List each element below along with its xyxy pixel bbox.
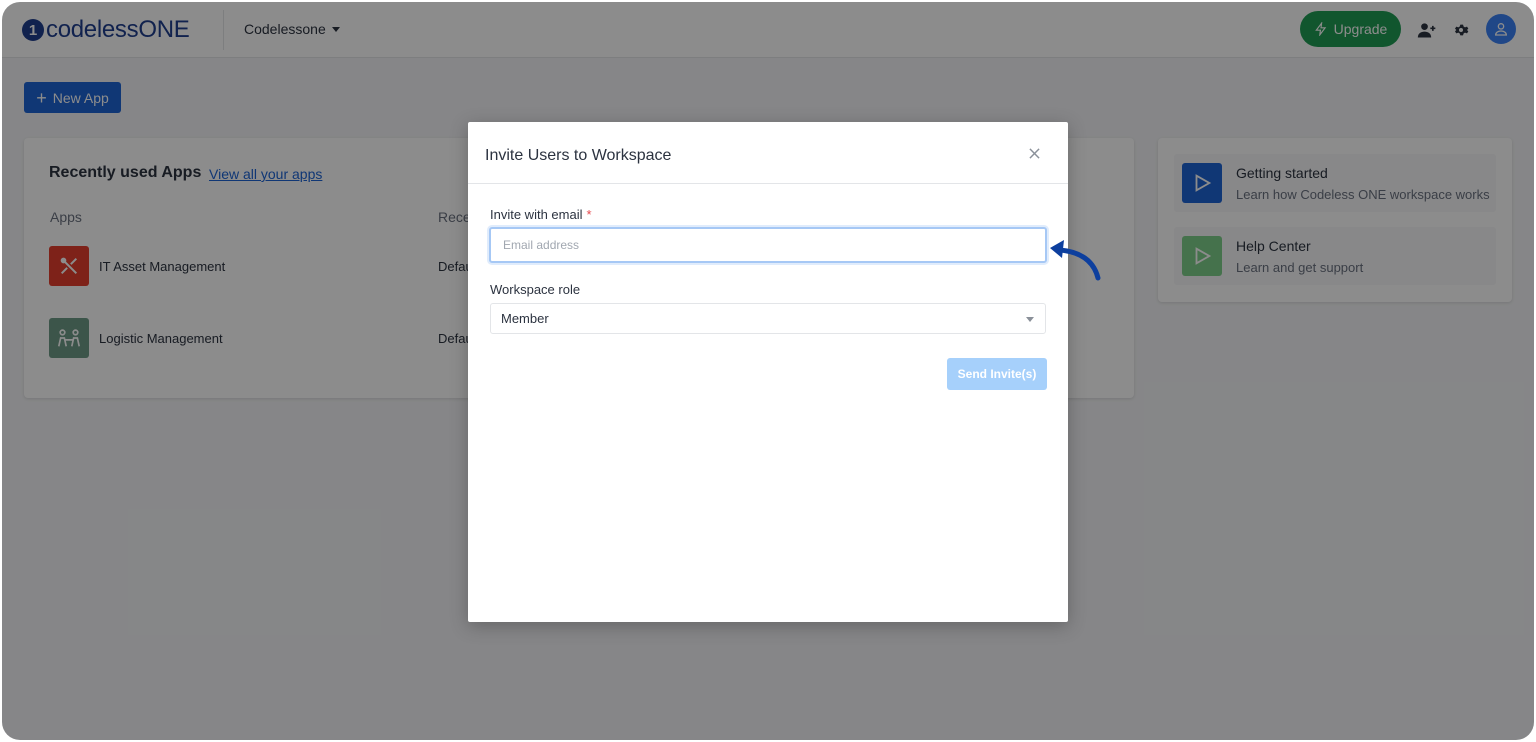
annotation-arrow-icon [1050, 240, 1101, 281]
email-field-label: Invite with email * [490, 207, 592, 222]
chevron-down-icon [1026, 317, 1034, 322]
required-asterisk: * [586, 207, 592, 222]
modal-title: Invite Users to Workspace [485, 147, 672, 164]
invite-users-modal: Invite Users to Workspace Invite with em… [468, 122, 1068, 622]
email-field[interactable] [489, 227, 1047, 263]
workspace-role-select[interactable]: Member [490, 303, 1046, 334]
send-invites-button[interactable]: Send Invite(s) [947, 358, 1047, 390]
workspace-role-value: Member [501, 311, 549, 326]
app-window: 1 codelessONE Codelessone Upgrade + New … [2, 2, 1534, 740]
close-icon[interactable] [1025, 144, 1043, 162]
email-label-text: Invite with email [490, 207, 583, 222]
modal-header: Invite Users to Workspace [468, 122, 1068, 184]
workspace-role-label: Workspace role [490, 282, 581, 297]
